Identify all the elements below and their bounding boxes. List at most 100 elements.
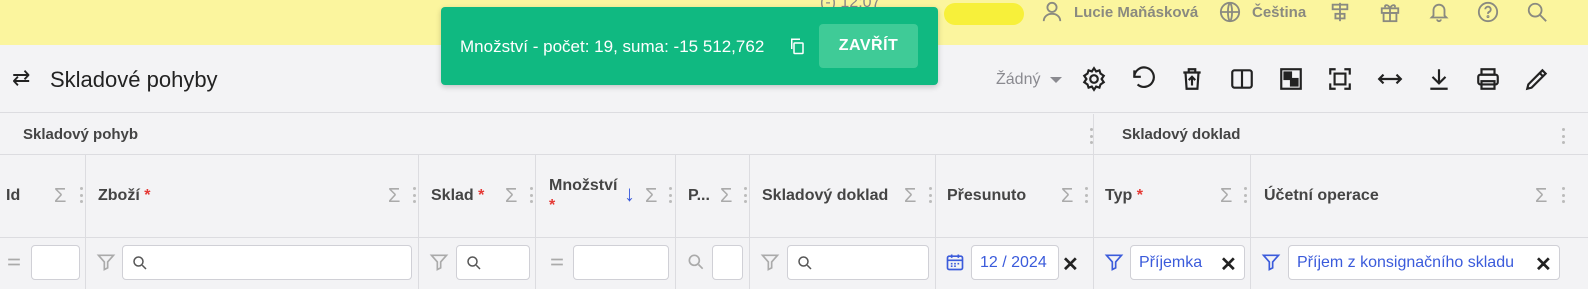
column-header-mnozstvi[interactable]: Množství [549,177,617,195]
funnel-icon[interactable] [1260,251,1282,273]
filter-input-presunuto[interactable]: 12 / 2024 [971,245,1059,280]
equals-icon[interactable] [3,251,25,273]
edit-pencil-icon[interactable] [1523,65,1551,93]
sum-icon[interactable]: Σ [1220,185,1232,208]
view-select[interactable]: Žádný [996,71,1063,89]
delete-icon[interactable] [1178,65,1206,93]
column-group-row: Skladový pohyb Skladový doklad [0,114,1588,155]
funnel-icon[interactable] [428,251,450,273]
gift-icon[interactable] [1378,0,1402,24]
column-header-typ[interactable]: Typ * [1105,187,1143,205]
column-menu-icon[interactable] [413,187,416,203]
filter-input-mnozstvi[interactable] [573,245,669,280]
sum-icon[interactable]: Σ [1061,185,1073,208]
group-menu-icon[interactable] [1562,128,1565,144]
column-header-presunuto[interactable]: Přesunuto [947,187,1026,205]
column-divider[interactable] [535,155,536,238]
column-menu-icon[interactable] [530,187,533,203]
column-divider [418,238,419,289]
toast-message: Množství - počet: 19, suma: -15 512,762 [460,37,765,56]
group-label-pohyb: Skladový pohyb [23,126,139,143]
language-label: Čeština [1252,3,1307,21]
column-divider[interactable] [935,155,936,238]
undo-icon[interactable] [1129,65,1157,93]
copy-icon[interactable] [788,37,806,55]
equals-icon[interactable] [546,251,568,273]
filter-input-id[interactable] [31,245,80,280]
column-label: Zboží [98,187,140,204]
toast-close-button[interactable]: ZAVŘÍT [819,24,918,68]
funnel-icon[interactable] [1103,251,1125,273]
sum-icon[interactable]: Σ [54,185,66,208]
column-menu-icon[interactable] [1562,187,1565,203]
user-icon [1040,0,1064,24]
sum-icon[interactable]: Σ [720,185,732,208]
sum-icon[interactable]: Σ [388,185,400,208]
required-mark: * [478,187,485,204]
swap-arrows-icon: ⇄ [12,65,31,90]
fit-screen-icon[interactable] [1326,65,1354,93]
column-header-zbozi[interactable]: Zboží * [98,187,150,205]
column-header-id[interactable]: Id [6,187,20,205]
group-label-doklad: Skladový doklad [1122,126,1241,143]
sum-icon[interactable]: Σ [505,185,517,208]
column-divider [85,238,86,289]
download-icon[interactable] [1425,65,1453,93]
column-menu-icon[interactable] [929,187,932,203]
column-divider [1250,238,1251,289]
column-header-sklad[interactable]: Sklad * [431,187,484,205]
filter-input-sklad[interactable] [456,245,530,280]
search-icon [131,254,149,272]
required-mark: * [549,197,556,214]
column-menu-icon[interactable] [669,187,672,203]
summary-toast: Množství - počet: 19, suma: -15 512,762 … [441,7,938,85]
checker-icon[interactable] [1277,65,1305,93]
search-icon [796,254,814,272]
column-divider[interactable] [675,155,676,238]
funnel-icon[interactable] [759,251,781,273]
sum-icon[interactable]: Σ [904,185,916,208]
settings-gear-icon[interactable] [1080,65,1108,93]
column-menu-icon[interactable] [80,187,83,203]
column-divider[interactable] [1250,155,1251,238]
split-view-icon[interactable] [1228,65,1256,93]
column-divider[interactable] [1093,155,1094,238]
funnel-icon[interactable] [95,251,117,273]
user-menu[interactable]: Lucie Maňásková [1040,0,1198,24]
filter-input-doklad[interactable] [787,245,929,280]
sum-icon[interactable]: Σ [1535,185,1547,208]
calendar-icon[interactable] [944,251,966,273]
chevron-down-icon [1050,77,1063,83]
language-menu[interactable]: Čeština [1218,0,1306,24]
column-menu-icon[interactable] [1085,187,1088,203]
column-header-operace[interactable]: Účetní operace [1264,187,1379,205]
column-divider[interactable] [418,155,419,238]
column-divider[interactable] [749,155,750,238]
column-menu-icon[interactable] [1244,187,1247,203]
group-divider [1093,114,1094,155]
column-divider [935,238,936,289]
clear-filter-operace-icon[interactable]: ✕ [1535,252,1552,277]
filter-input-zbozi[interactable] [122,245,412,280]
print-icon[interactable] [1474,65,1502,93]
column-divider [749,238,750,289]
search-icon[interactable] [1525,0,1549,24]
clear-filter-presunuto-icon[interactable]: ✕ [1062,252,1079,277]
help-icon[interactable] [1476,0,1500,24]
sum-icon[interactable]: Σ [645,185,657,208]
search-icon[interactable] [685,251,707,273]
clear-filter-typ-icon[interactable]: ✕ [1220,252,1237,277]
align-icon[interactable] [1328,0,1352,24]
column-width-icon[interactable] [1376,65,1404,93]
filter-input-p[interactable] [712,245,743,280]
sort-descending-icon[interactable]: ↓ [624,181,635,207]
column-divider [1093,238,1094,289]
search-icon [465,254,483,272]
column-divider[interactable] [85,155,86,238]
column-header-p[interactable]: P... [688,187,710,205]
column-menu-icon[interactable] [744,187,747,203]
user-name: Lucie Maňásková [1074,3,1199,21]
column-header-doklad[interactable]: Skladový doklad [762,187,888,205]
filter-input-operace[interactable]: Příjem z konsignačního skladu [1288,245,1560,280]
bell-icon[interactable] [1427,0,1451,24]
